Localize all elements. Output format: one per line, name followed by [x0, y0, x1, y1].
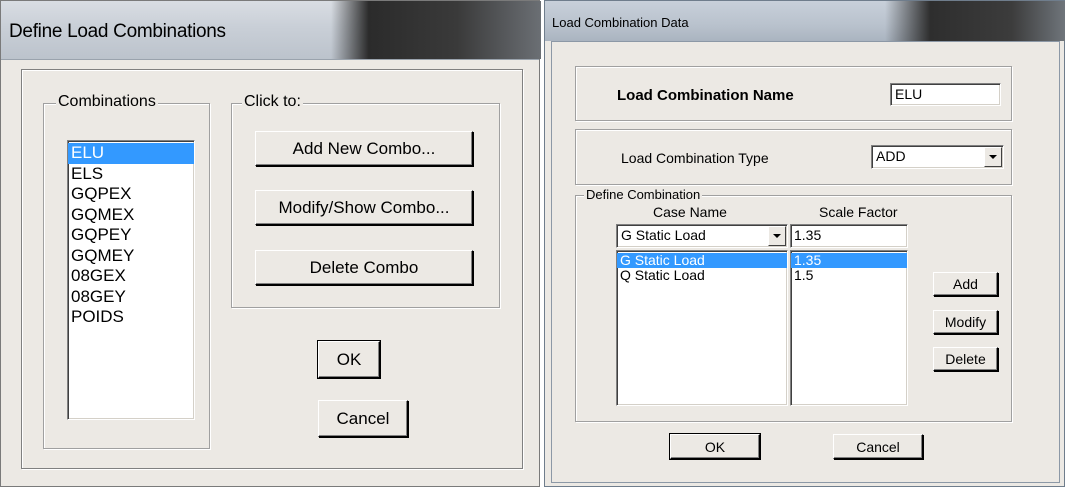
add-new-combo-button[interactable]: Add New Combo...: [255, 131, 473, 166]
define-combination-label: Define Combination: [584, 187, 703, 202]
case-name-value: G Static Load: [621, 227, 706, 243]
list-item[interactable]: G Static Load: [617, 253, 787, 268]
click-to-label: Click to:: [242, 93, 303, 111]
combination-name-label: Load Combination Name: [617, 87, 794, 104]
left-title-bar[interactable]: Define Load Combinations: [1, 1, 541, 60]
combination-type-label: Load Combination Type: [621, 150, 769, 166]
right-title-bar-shade: [885, 1, 1065, 41]
list-item[interactable]: Q Static Load: [617, 268, 787, 283]
click-to-group: Click to: Add New Combo... Modify/Show C…: [231, 93, 500, 308]
cancel-button[interactable]: Cancel: [833, 434, 923, 459]
left-title-bar-shade: [331, 1, 541, 59]
define-load-combinations-dialog: Define Load Combinations Combinations EL…: [0, 0, 541, 487]
case-name-header: Case Name: [653, 204, 727, 220]
add-button[interactable]: Add: [933, 272, 998, 296]
list-item[interactable]: GQMEX: [68, 205, 194, 226]
list-item[interactable]: ELU: [68, 143, 194, 164]
ok-button[interactable]: OK: [669, 433, 761, 460]
list-item[interactable]: ELS: [68, 164, 194, 185]
modify-button[interactable]: Modify: [933, 310, 998, 334]
combinations-group: Combinations ELU ELS GQPEX GQMEX GQPEY G…: [43, 93, 210, 449]
case-name-list[interactable]: G Static Load Q Static Load: [616, 250, 788, 406]
chevron-down-icon[interactable]: [768, 226, 786, 246]
delete-combo-button[interactable]: Delete Combo: [255, 250, 473, 285]
cancel-button[interactable]: Cancel: [318, 400, 408, 437]
right-title-bar[interactable]: Load Combination Data: [545, 1, 1065, 41]
combination-type-group: Load Combination Type ADD: [575, 129, 1012, 185]
right-dialog-title: Load Combination Data: [552, 15, 689, 30]
list-item[interactable]: GQMEY: [68, 246, 194, 267]
modify-show-combo-button[interactable]: Modify/Show Combo...: [255, 190, 473, 225]
list-item[interactable]: 08GEY: [68, 287, 194, 308]
left-client-area: Combinations ELU ELS GQPEX GQMEX GQPEY G…: [21, 69, 523, 469]
scale-factor-header: Scale Factor: [819, 204, 898, 220]
list-item[interactable]: 08GEX: [68, 266, 194, 287]
combinations-label: Combinations: [56, 93, 158, 111]
list-item[interactable]: GQPEY: [68, 225, 194, 246]
case-name-select[interactable]: G Static Load: [616, 224, 788, 248]
scale-factor-input[interactable]: 1.35: [790, 224, 908, 248]
list-item[interactable]: POIDS: [68, 307, 194, 328]
list-item[interactable]: 1.5: [791, 268, 907, 283]
left-dialog-title: Define Load Combinations: [9, 21, 226, 42]
combination-name-input[interactable]: ELU: [890, 83, 1001, 106]
scale-factor-list[interactable]: 1.35 1.5: [790, 250, 908, 406]
delete-button[interactable]: Delete: [933, 347, 998, 371]
right-client-area: Load Combination Name ELU Load Combinati…: [551, 41, 1060, 483]
combinations-list[interactable]: ELU ELS GQPEX GQMEX GQPEY GQMEY 08GEX 08…: [67, 140, 195, 420]
list-item[interactable]: 1.35: [791, 253, 907, 268]
define-combination-group: Define Combination Case Name Scale Facto…: [575, 187, 1012, 422]
combination-type-value: ADD: [876, 148, 906, 164]
load-combination-data-dialog: Load Combination Data Load Combination N…: [544, 0, 1065, 487]
chevron-down-icon[interactable]: [984, 147, 1002, 167]
combination-name-group: Load Combination Name ELU: [575, 66, 1012, 121]
combination-type-select[interactable]: ADD: [871, 145, 1004, 169]
ok-button[interactable]: OK: [317, 340, 381, 379]
list-item[interactable]: GQPEX: [68, 184, 194, 205]
